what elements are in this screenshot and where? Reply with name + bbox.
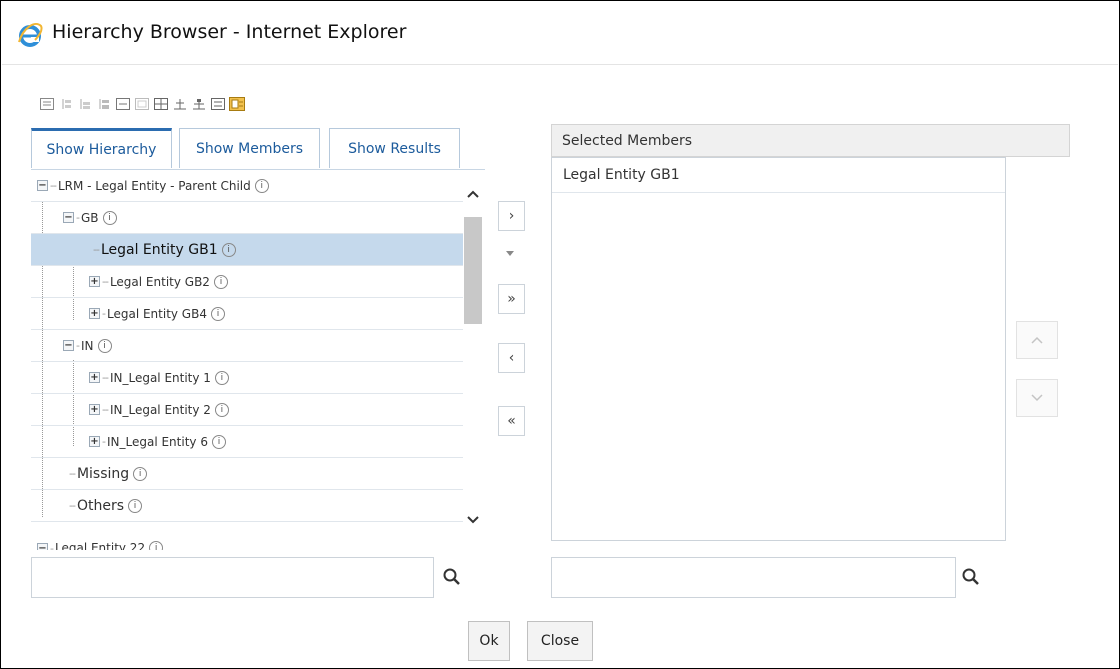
move-up-button[interactable] (1016, 321, 1058, 359)
tree-node-label: IN_Legal Entity 6 (106, 434, 208, 449)
tree-node-selected[interactable]: -- Legal Entity GB1 i (31, 234, 463, 266)
info-icon[interactable]: i (214, 370, 229, 385)
collapse-toggle-icon[interactable]: − (63, 340, 74, 351)
tree-node-label: Legal Entity GB2 (109, 274, 210, 289)
tree-node-label: Legal Entity GB4 (106, 306, 207, 321)
selected-members-header: Selected Members (551, 124, 1070, 157)
tree-node-label: IN_Legal Entity 1 (109, 370, 211, 385)
browser-window: Hierarchy Browser - Internet Explorer Sh… (0, 0, 1120, 669)
info-icon[interactable]: i (213, 274, 228, 289)
info-icon[interactable]: i (102, 210, 117, 225)
tree-node-label: Legal Entity GB1 (100, 241, 218, 258)
scroll-thumb[interactable] (464, 217, 482, 324)
info-icon[interactable]: i (149, 541, 164, 550)
tree-node[interactable]: + - IN_Legal Entity 6 i (31, 426, 463, 458)
tree-scrollbar[interactable] (463, 184, 483, 540)
sort-descending-icon[interactable] (191, 96, 207, 112)
remove-button[interactable]: ‹ (498, 343, 525, 373)
expand-all-icon[interactable] (39, 96, 55, 112)
tree-node[interactable]: + -- IN_Legal Entity 1 i (31, 362, 463, 394)
tree-node[interactable]: − - GB i (31, 202, 463, 234)
info-icon[interactable]: i (210, 306, 225, 321)
info-icon[interactable]: i (133, 466, 148, 481)
tree-node[interactable]: − - Legal Entity 22 i (31, 532, 463, 550)
hierarchy-tree: − -- LRM - Legal Entity - Parent Child i… (31, 170, 463, 550)
tree-node-label: IN (80, 338, 94, 353)
collapse-branch-icon[interactable] (96, 96, 112, 112)
tree-node[interactable]: − - IN i (31, 330, 463, 362)
remove-all-button[interactable]: « (498, 406, 525, 436)
expand-toggle-icon[interactable]: + (89, 436, 100, 447)
tree-node-label: Missing (76, 465, 130, 482)
view-levels-icon[interactable] (210, 96, 226, 112)
chevron-down-icon (1031, 394, 1043, 402)
close-button[interactable]: Close (527, 621, 593, 661)
collapse-icon[interactable] (115, 96, 131, 112)
hierarchy-toolbar (39, 96, 245, 116)
hierarchy-tabs: Show Hierarchy Show Members Show Results (31, 127, 485, 170)
tree-node-label: IN_Legal Entity 2 (109, 402, 211, 417)
show-code-icon[interactable] (153, 96, 169, 112)
tree-node[interactable]: + - Legal Entity GB4 i (31, 298, 463, 330)
tab-show-members[interactable]: Show Members (179, 128, 320, 168)
internet-explorer-icon (18, 23, 43, 47)
tree-node-label: GB (80, 210, 99, 225)
info-icon[interactable]: i (214, 402, 229, 417)
collapse-toggle-icon[interactable]: − (63, 212, 74, 223)
info-icon[interactable]: i (254, 178, 269, 193)
collapse-all-icon[interactable] (58, 96, 74, 112)
tree-node[interactable]: -- Missing i (31, 458, 463, 490)
tree-node-label: Legal Entity 22 (54, 541, 146, 550)
hierarchy-search-input[interactable] (31, 557, 434, 598)
expand-branch-icon[interactable] (77, 96, 93, 112)
search-icon[interactable] (442, 567, 462, 587)
tab-show-results[interactable]: Show Results (329, 128, 460, 168)
tree-node-label: LRM - Legal Entity - Parent Child (57, 178, 251, 193)
selected-search-input[interactable] (551, 557, 956, 598)
ok-button[interactable]: Ok (468, 621, 510, 661)
tree-node[interactable]: − -- LRM - Legal Entity - Parent Child i (31, 170, 463, 202)
caret-down-icon (506, 251, 514, 256)
add-all-button[interactable]: » (498, 284, 525, 314)
scroll-down-icon[interactable] (463, 510, 483, 530)
expand-toggle-icon[interactable]: + (89, 372, 100, 383)
tree-node[interactable]: + -- Legal Entity GB2 i (31, 266, 463, 298)
expand-toggle-icon[interactable]: + (89, 308, 100, 319)
selected-member-item[interactable]: Legal Entity GB1 (552, 158, 1005, 193)
info-icon[interactable]: i (211, 434, 226, 449)
info-icon[interactable]: i (221, 242, 236, 257)
info-icon[interactable]: i (97, 338, 112, 353)
collapse-toggle-icon[interactable]: − (37, 180, 48, 191)
properties-icon[interactable] (229, 96, 245, 112)
tree-node-label: Others (76, 497, 124, 514)
tree-node[interactable]: + -- IN_Legal Entity 2 i (31, 394, 463, 426)
expand-toggle-icon[interactable]: + (89, 404, 100, 415)
title-bar: Hierarchy Browser - Internet Explorer (2, 2, 1118, 65)
collapse-toggle-icon[interactable]: − (37, 542, 48, 550)
find-icon[interactable] (134, 96, 150, 112)
tab-show-hierarchy[interactable]: Show Hierarchy (31, 128, 172, 168)
chevron-up-icon (1031, 336, 1043, 344)
expand-toggle-icon[interactable]: + (89, 276, 100, 287)
sort-ascending-icon[interactable] (172, 96, 188, 112)
scroll-up-icon[interactable] (463, 184, 483, 204)
move-down-button[interactable] (1016, 379, 1058, 417)
tree-node[interactable]: -- Others i (31, 490, 463, 522)
add-button[interactable]: › (498, 201, 525, 231)
info-icon[interactable]: i (128, 498, 142, 513)
search-icon[interactable] (961, 567, 981, 587)
window-title: Hierarchy Browser - Internet Explorer (52, 21, 407, 43)
selected-members-list: Legal Entity GB1 (551, 157, 1006, 541)
